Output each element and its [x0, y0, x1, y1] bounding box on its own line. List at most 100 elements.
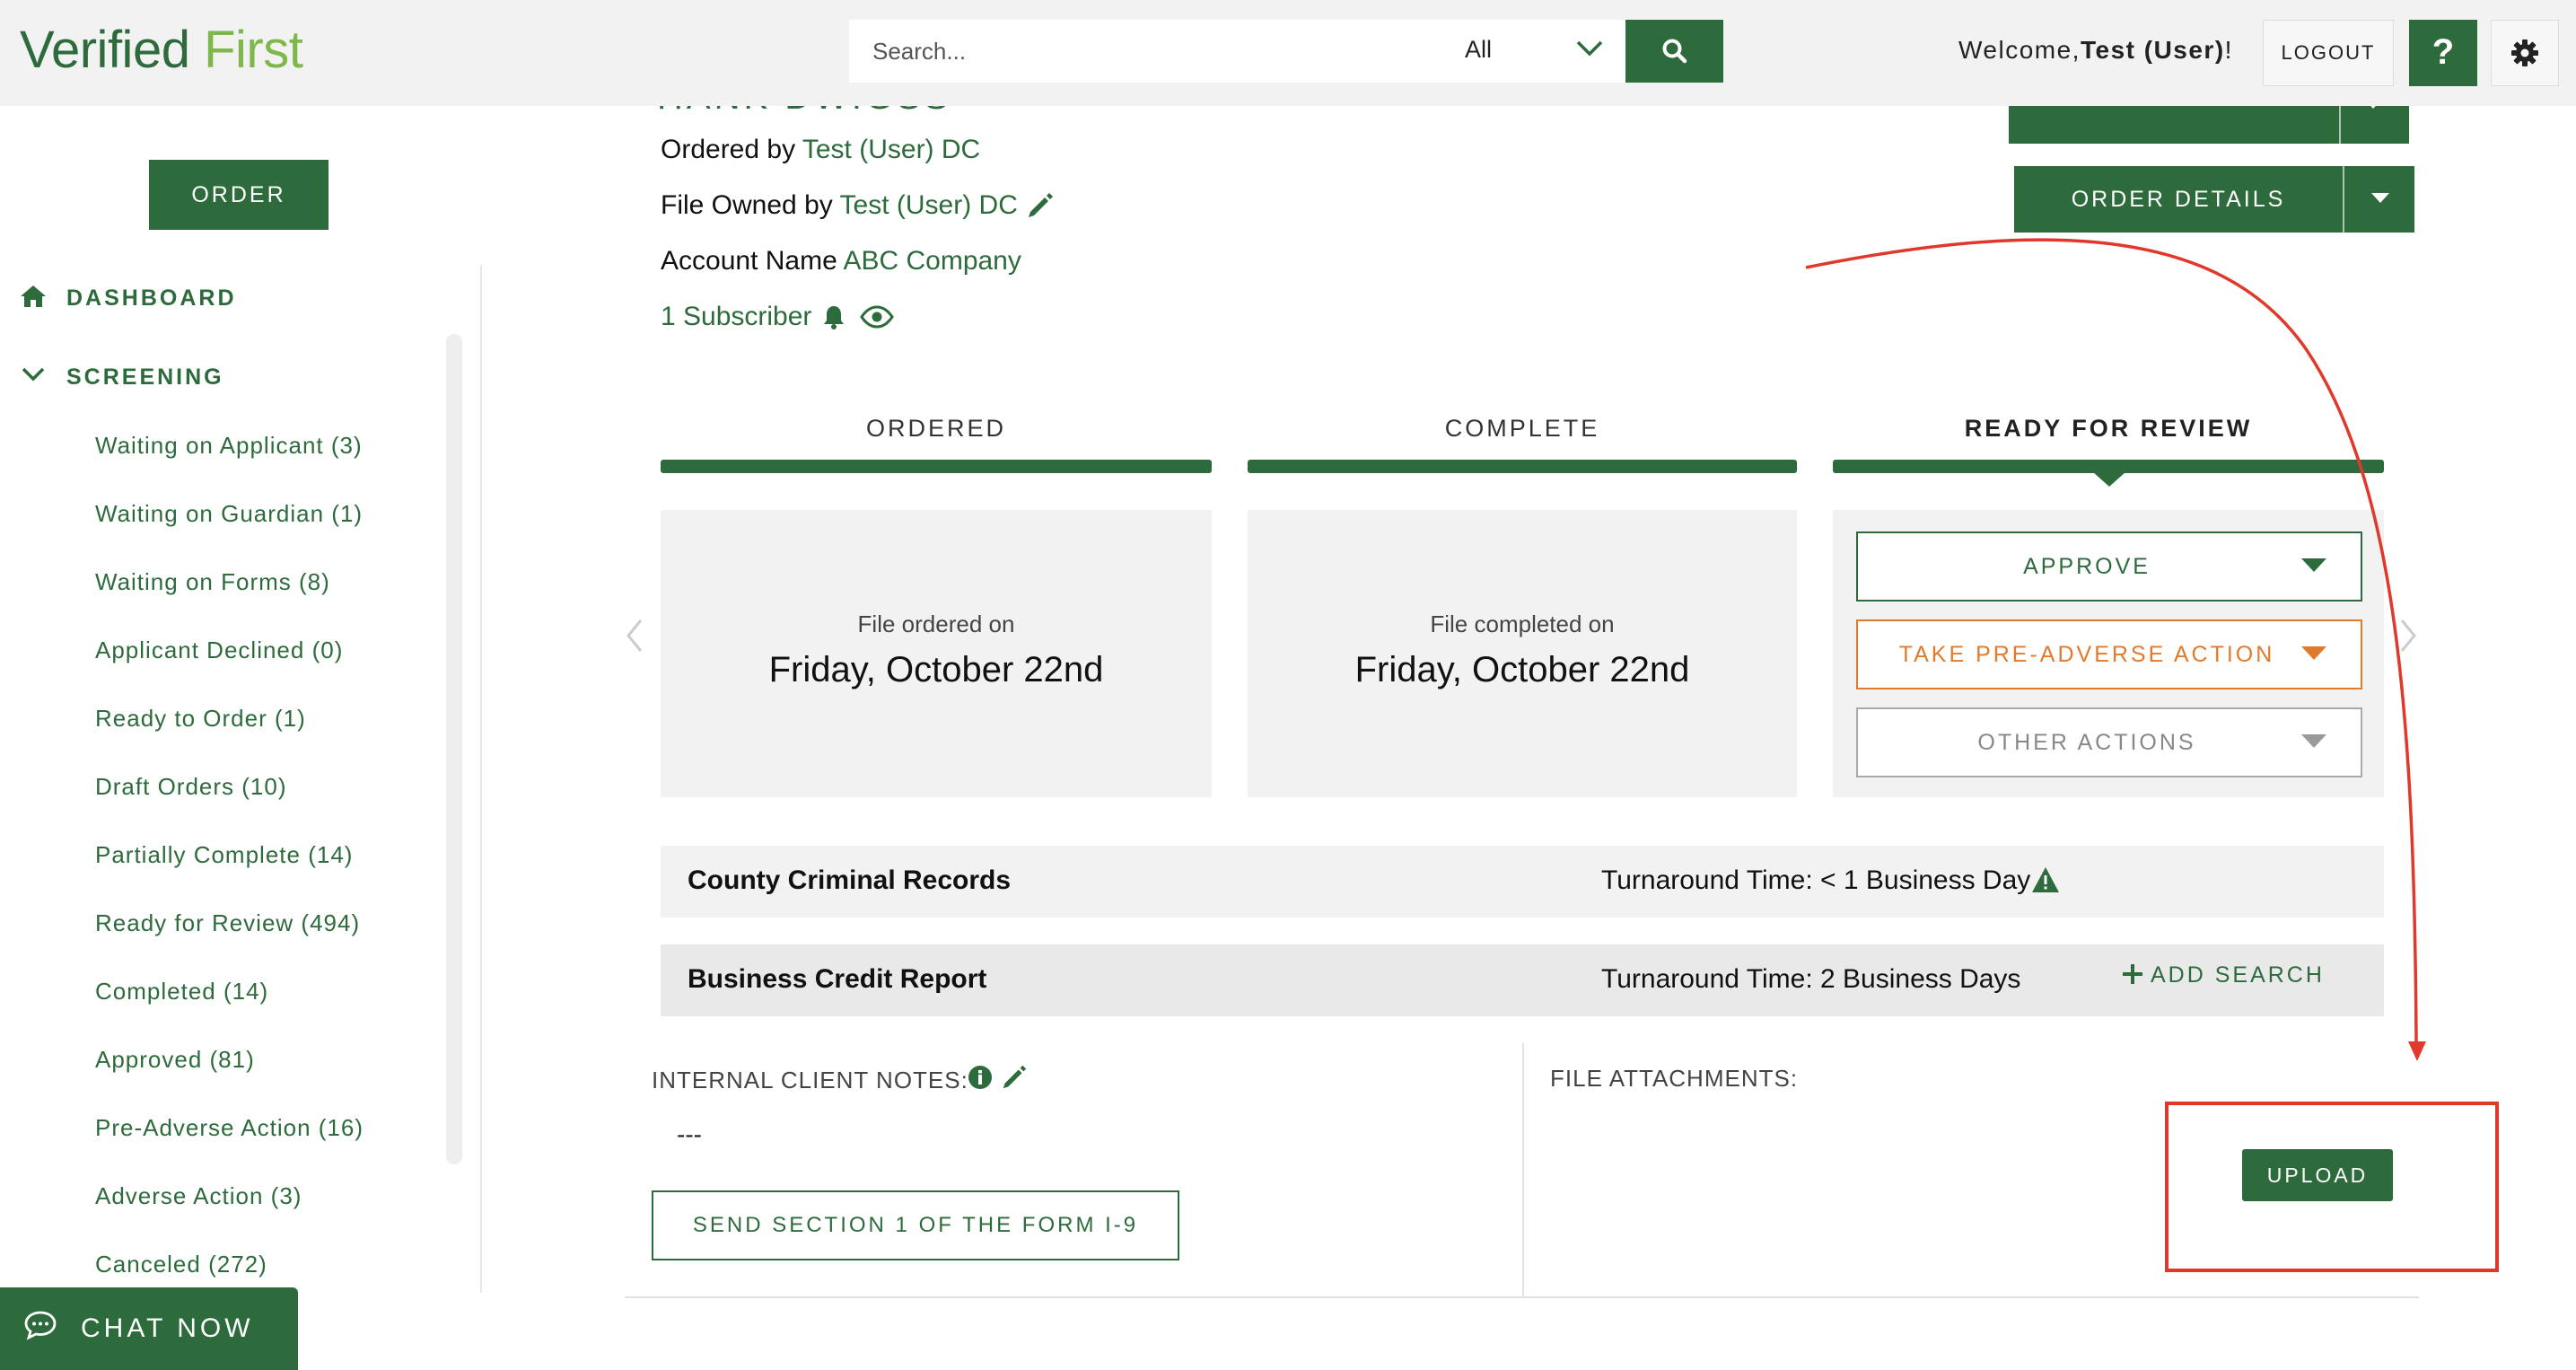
- verified-first-logo[interactable]: Verified First: [20, 20, 303, 80]
- search-button[interactable]: [1625, 20, 1723, 83]
- approve-button[interactable]: APPROVE: [1856, 531, 2362, 602]
- ordered-date: Friday, October 22nd: [768, 650, 1104, 689]
- step-ready-for-review-label: READY FOR REVIEW: [1964, 415, 2253, 442]
- home-icon: [20, 284, 47, 313]
- take-pre-adverse-action-button[interactable]: TAKE PRE-ADVERSE ACTION: [1856, 619, 2362, 689]
- step-complete-panel: File completed on Friday, October 22nd: [1248, 510, 1797, 797]
- owned-by-link[interactable]: Test (User) DC: [840, 190, 1018, 220]
- sidebar-item-canceled[interactable]: Canceled (272): [95, 1251, 267, 1278]
- order-details-label: ORDER DETAILS: [2071, 187, 2286, 212]
- sidebar-item-applicant-declined[interactable]: Applicant Declined (0): [95, 637, 343, 664]
- warning-icon[interactable]: [2030, 865, 2061, 899]
- sidebar-item-completed[interactable]: Completed (14): [95, 978, 268, 1006]
- completed-caption: File completed on: [1430, 610, 1615, 637]
- step-complete-label: COMPLETE: [1444, 415, 1600, 442]
- bell-icon[interactable]: [822, 303, 846, 335]
- ordered-by-label: Ordered by: [661, 135, 796, 164]
- welcome-suffix: !: [2224, 36, 2233, 64]
- account-name-line: Account Name ABC Company: [661, 246, 1021, 277]
- welcome-prefix: Welcome,: [1958, 36, 2081, 64]
- pre-adverse-label: TAKE PRE-ADVERSE ACTION: [1898, 642, 2275, 667]
- approve-label: APPROVE: [2023, 554, 2151, 579]
- sidebar-item-waiting-on-applicant[interactable]: Waiting on Applicant (3): [95, 432, 363, 460]
- owned-by-label: File Owned by: [661, 190, 833, 220]
- gear-icon: [2511, 40, 2538, 66]
- sidebar-item-adverse-action[interactable]: Adverse Action (3): [95, 1182, 302, 1210]
- ordered-caption: File ordered on: [857, 610, 1015, 637]
- chevron-right-icon[interactable]: [2398, 618, 2418, 658]
- search-icon: [1662, 39, 1687, 64]
- order-details-button[interactable]: ORDER DETAILS: [2014, 166, 2414, 233]
- search-scope-value: All: [1465, 36, 1493, 63]
- other-actions-label: OTHER ACTIONS: [1977, 730, 2196, 755]
- search-row-county-criminal: County Criminal Records Turnaround Time:…: [661, 846, 2384, 918]
- pencil-icon[interactable]: [1025, 190, 1056, 225]
- sidebar-dashboard-link[interactable]: DASHBOARD: [66, 285, 237, 312]
- subscribers-link[interactable]: 1 Subscriber: [661, 302, 811, 331]
- sidebar-item-ready-to-order[interactable]: Ready to Order (1): [95, 705, 306, 733]
- section-bottom-rule: [625, 1296, 2419, 1298]
- order-button[interactable]: ORDER: [149, 160, 329, 230]
- sidebar-item-approved[interactable]: Approved (81): [95, 1046, 255, 1074]
- file-attachments-label: FILE ATTACHMENTS:: [1550, 1065, 1799, 1092]
- chat-icon: [23, 1310, 57, 1348]
- settings-button[interactable]: [2491, 20, 2559, 86]
- caret-down-icon: [2301, 558, 2326, 572]
- top-header: Verified First All Welcome,Test (User)! …: [0, 0, 2576, 106]
- turnaround-time: Turnaround Time: 2 Business Days: [1601, 964, 2021, 994]
- step-ordered-panel: File ordered on Friday, October 22nd: [661, 510, 1212, 797]
- sidebar-item-pre-adverse-action[interactable]: Pre-Adverse Action (16): [95, 1114, 364, 1142]
- other-actions-button[interactable]: OTHER ACTIONS: [1856, 707, 2362, 777]
- chevron-left-icon[interactable]: [625, 618, 644, 658]
- sidebar-item-ready-for-review[interactable]: Ready for Review (494): [95, 909, 360, 937]
- add-search-label: ADD SEARCH: [2151, 962, 2325, 988]
- chevron-down-icon: [1576, 40, 1603, 57]
- step-ordered-bar: [661, 460, 1212, 473]
- sidebar-item-waiting-on-guardian[interactable]: Waiting on Guardian (1): [95, 500, 363, 528]
- search-name: Business Credit Report: [688, 964, 987, 994]
- pencil-icon[interactable]: [1000, 1063, 1029, 1096]
- add-search-button[interactable]: ADD SEARCH: [2122, 962, 2325, 988]
- sidebar-scrollbar[interactable]: [446, 334, 462, 1164]
- sidebar-divider: [480, 265, 482, 1293]
- upload-highlight-box: [2165, 1102, 2499, 1272]
- sidebar-item-partially-complete[interactable]: Partially Complete (14): [95, 841, 353, 869]
- step-ordered-label: ORDERED: [865, 415, 1006, 442]
- ordered-by-line: Ordered by Test (User) DC: [661, 135, 980, 165]
- welcome-message: Welcome,Test (User)!: [1958, 36, 2233, 65]
- plus-icon: [2123, 964, 2142, 984]
- subscribers-line: 1 Subscriber: [661, 302, 811, 332]
- internal-client-notes-label: INTERNAL CLIENT NOTES:: [652, 1067, 968, 1093]
- logo-text-verified: Verified: [20, 21, 190, 79]
- logo-text-first: First: [204, 21, 303, 79]
- turnaround-time: Turnaround Time: < 1 Business Day: [1601, 865, 2031, 895]
- active-step-pointer: [2093, 472, 2125, 493]
- split-separator: [2343, 166, 2344, 233]
- account-name-label: Account Name: [661, 246, 837, 276]
- search-name: County Criminal Records: [688, 865, 1012, 895]
- caret-down-icon[interactable]: [2371, 193, 2389, 204]
- chevron-down-icon[interactable]: [22, 366, 45, 387]
- ordered-by-link[interactable]: Test (User) DC: [802, 135, 980, 164]
- search-scope-select[interactable]: All: [1465, 20, 1626, 83]
- owned-by-line: File Owned by Test (User) DC: [661, 190, 1018, 221]
- attachments-divider: [1522, 1043, 1524, 1296]
- internal-client-notes-value: ---: [677, 1120, 702, 1148]
- welcome-user-name: Test (User): [2080, 36, 2225, 64]
- search-input[interactable]: [872, 20, 1375, 83]
- sidebar-item-waiting-on-forms[interactable]: Waiting on Forms (8): [95, 568, 330, 596]
- send-form-i9-button[interactable]: SEND SECTION 1 OF THE FORM I-9: [652, 1190, 1179, 1260]
- help-button[interactable]: ?: [2409, 20, 2477, 86]
- logout-button[interactable]: LOGOUT: [2263, 20, 2394, 86]
- account-name-link[interactable]: ABC Company: [843, 246, 1021, 276]
- eye-icon[interactable]: [860, 305, 894, 333]
- completed-date: Friday, October 22nd: [1354, 650, 1690, 689]
- caret-down-icon: [2301, 646, 2326, 660]
- sidebar-screening-section[interactable]: SCREENING: [66, 364, 224, 391]
- chat-now-button[interactable]: CHAT NOW: [0, 1287, 298, 1370]
- caret-down-icon: [2301, 734, 2326, 748]
- sidebar-item-draft-orders[interactable]: Draft Orders (10): [95, 773, 287, 801]
- info-icon[interactable]: [968, 1065, 993, 1094]
- search-bar: All: [849, 20, 1626, 83]
- step-complete-bar: [1248, 460, 1797, 473]
